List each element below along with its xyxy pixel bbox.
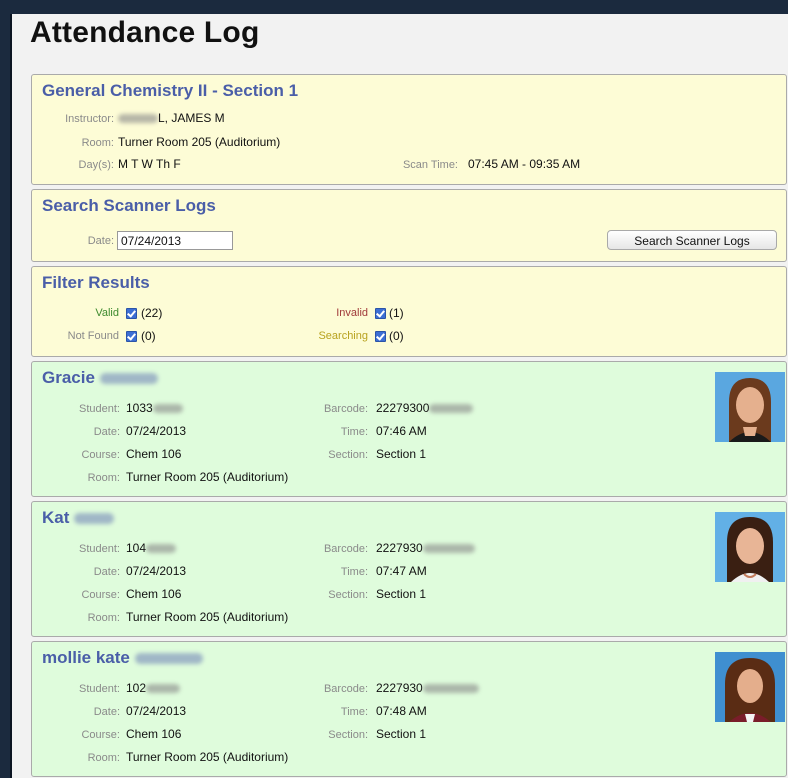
record-room: Turner Room 205 (Auditorium) [126, 470, 289, 484]
student-name: Kat [42, 508, 115, 528]
date-label: Date: [93, 566, 120, 578]
room-label: Room: [87, 752, 120, 764]
redacted-surname [134, 653, 203, 665]
redacted-student-id [146, 544, 177, 554]
record-section: Section 1 [376, 587, 427, 601]
filter-invalid-label: Invalid [336, 307, 368, 319]
redacted-barcode [429, 404, 474, 414]
filter-not-found-label: Not Found [67, 330, 119, 342]
filter-not-found-count: (0) [141, 329, 156, 343]
redacted-student-id [146, 684, 181, 694]
redacted-surname [99, 373, 158, 385]
course-info-panel: General Chemistry II - Section 1 Instruc… [31, 74, 787, 185]
record-time: 07:46 AM [376, 424, 427, 438]
record-date: 07/24/2013 [126, 704, 187, 718]
room-value: Turner Room 205 (Auditorium) [118, 135, 281, 149]
redacted-student-id [152, 404, 183, 414]
search-panel: Search Scanner Logs Date: Search Scanner… [31, 189, 787, 262]
student-label: Student: [79, 683, 120, 695]
barcode-value: 22279300 [376, 401, 474, 415]
student-name: Gracie [42, 368, 158, 388]
room-label: Room: [87, 612, 120, 624]
record-room: Turner Room 205 (Auditorium) [126, 750, 289, 764]
redacted-surname [74, 513, 115, 525]
time-label: Time: [340, 566, 368, 578]
record-date: 07/24/2013 [126, 424, 187, 438]
instructor-label: Instructor: [65, 113, 114, 125]
date-label: Date: [87, 235, 114, 247]
record-section: Section 1 [376, 447, 427, 461]
date-label: Date: [93, 706, 120, 718]
record-date: 07/24/2013 [126, 564, 187, 578]
room-label: Room: [81, 137, 114, 149]
days-label: Day(s): [78, 159, 114, 171]
barcode-value: 2227930 [376, 541, 475, 555]
scan-time-label: Scan Time: [402, 159, 458, 171]
record-section: Section 1 [376, 727, 427, 741]
filter-searching-count: (0) [389, 329, 404, 343]
filter-valid-checkbox[interactable] [126, 308, 137, 319]
filter-searching-checkbox[interactable] [375, 331, 386, 342]
filter-invalid-checkbox[interactable] [375, 308, 386, 319]
redacted-barcode [422, 684, 479, 694]
record-course: Chem 106 [126, 587, 182, 601]
redacted-surname [118, 114, 158, 124]
filter-title: Filter Results [42, 273, 150, 292]
filter-invalid-count: (1) [389, 306, 404, 320]
instructor-value: L, JAMES M [118, 111, 225, 125]
student-label: Student: [79, 543, 120, 555]
days-value: M T W Th F [118, 157, 181, 171]
section-label: Section: [328, 449, 368, 461]
filter-not-found-checkbox[interactable] [126, 331, 137, 342]
barcode-value: 2227930 [376, 681, 479, 695]
attendance-record[interactable]: mollie kate Student: 102 Barcode: 222793… [31, 641, 787, 777]
record-course: Chem 106 [126, 727, 182, 741]
course-title: General Chemistry II - Section 1 [42, 81, 299, 100]
student-id: 1033 [126, 401, 183, 415]
time-label: Time: [340, 426, 368, 438]
student-photo [715, 372, 785, 442]
student-photo [715, 512, 785, 582]
time-label: Time: [340, 706, 368, 718]
record-room: Turner Room 205 (Auditorium) [126, 610, 289, 624]
course-label: Course: [81, 589, 120, 601]
record-course: Chem 106 [126, 447, 182, 461]
room-label: Room: [87, 472, 120, 484]
student-name: mollie kate [42, 648, 203, 668]
student-id: 102 [126, 681, 181, 695]
barcode-label: Barcode: [323, 683, 368, 695]
search-title: Search Scanner Logs [42, 196, 216, 215]
attendance-window: Attendance Log General Chemistry II - Se… [10, 14, 788, 778]
search-scanner-logs-button[interactable]: Search Scanner Logs [607, 230, 777, 250]
record-time: 07:48 AM [376, 704, 427, 718]
student-photo [715, 652, 785, 722]
student-label: Student: [79, 403, 120, 415]
filter-valid-count: (22) [141, 306, 163, 320]
course-label: Course: [81, 729, 120, 741]
filter-valid-label: Valid [95, 307, 119, 319]
filter-searching-label: Searching [318, 330, 368, 342]
date-label: Date: [93, 426, 120, 438]
barcode-label: Barcode: [323, 403, 368, 415]
course-label: Course: [81, 449, 120, 461]
date-input[interactable] [117, 231, 233, 250]
student-id: 104 [126, 541, 177, 555]
record-time: 07:47 AM [376, 564, 427, 578]
scan-time-value: 07:45 AM - 09:35 AM [468, 157, 581, 171]
barcode-label: Barcode: [323, 543, 368, 555]
section-label: Section: [328, 589, 368, 601]
page-title: Attendance Log [30, 16, 260, 49]
redacted-barcode [422, 544, 475, 554]
section-label: Section: [328, 729, 368, 741]
attendance-record[interactable]: Kat Student: 104 Barcode: 2227930 Date: … [31, 501, 787, 637]
filter-panel: Filter Results Valid (22) Invalid (1) No… [31, 266, 787, 357]
attendance-record[interactable]: Gracie Student: 1033 Barcode: 22279300 D… [31, 361, 787, 497]
